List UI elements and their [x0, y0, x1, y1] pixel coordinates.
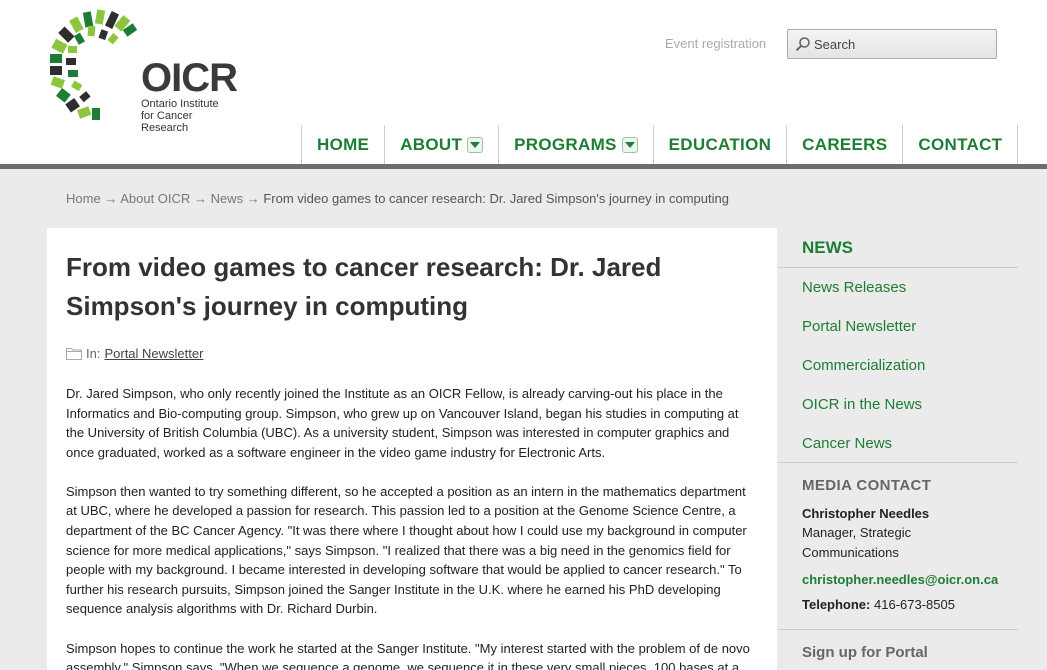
- page-body: Home → About OICR → News → From video ga…: [0, 169, 1047, 670]
- telephone-value: 416-673-8505: [874, 597, 955, 612]
- contact-telephone: Telephone: 416-673-8505: [802, 597, 1018, 612]
- article-title: From video games to cancer research: Dr.…: [66, 252, 662, 321]
- nav-careers[interactable]: CAREERS: [786, 125, 902, 165]
- chevron-down-icon[interactable]: [621, 137, 638, 153]
- contact-role: Manager, Strategic Communications: [802, 525, 912, 560]
- nav-careers-label: CAREERS: [802, 135, 888, 154]
- nav-home-label: HOME: [317, 135, 370, 154]
- main-nav: HOME ABOUT PROGRAMS EDUCATION CAREERS CO…: [301, 125, 1019, 165]
- breadcrumb-news[interactable]: News: [211, 191, 244, 206]
- sidebar-link-news-releases[interactable]: News Releases: [778, 268, 1018, 307]
- contact-email-link[interactable]: christopher.needles@oicr.on.ca: [802, 572, 1018, 587]
- media-contact-title: MEDIA CONTACT: [802, 477, 932, 494]
- category-link[interactable]: Portal Newsletter: [104, 346, 203, 361]
- article-paragraph: Dr. Jared Simpson, who only recently joi…: [66, 386, 739, 460]
- folder-icon: [66, 348, 82, 360]
- search-box[interactable]: [787, 29, 997, 59]
- nav-about[interactable]: ABOUT: [384, 125, 498, 165]
- meta-prefix: In:: [86, 346, 101, 361]
- breadcrumb-arrow: →: [193, 191, 207, 206]
- contact-name: Christopher Needles: [802, 506, 930, 521]
- nav-contact-label: CONTACT: [918, 135, 1003, 154]
- logo-line-2: for Cancer Research: [141, 110, 193, 134]
- breadcrumb-arrow: →: [104, 191, 118, 206]
- article-meta: In: Portal Newsletter: [66, 346, 203, 361]
- nav-education[interactable]: EDUCATION: [652, 125, 787, 165]
- chevron-down-icon[interactable]: [467, 137, 484, 153]
- article-body: Dr. Jared Simpson, who only recently joi…: [66, 384, 756, 670]
- nav-about-label: ABOUT: [400, 135, 463, 154]
- sidebar: NEWS News Releases Portal Newsletter Com…: [778, 228, 1018, 661]
- site-header: OICR Ontario Institute for Cancer Resear…: [0, 0, 1047, 169]
- article-paragraph: Simpson hopes to continue the work he st…: [66, 640, 750, 670]
- nav-education-label: EDUCATION: [668, 135, 772, 154]
- media-contact: MEDIA CONTACT Christopher Needles Manage…: [778, 463, 1018, 630]
- sidebar-heading[interactable]: NEWS: [778, 228, 1018, 268]
- nav-programs[interactable]: PROGRAMS: [498, 125, 653, 165]
- breadcrumb-about[interactable]: About OICR: [120, 191, 190, 206]
- signup-heading[interactable]: Sign up for Portal: [778, 630, 1018, 661]
- search-input[interactable]: [814, 34, 992, 54]
- sidebar-link-portal-newsletter[interactable]: Portal Newsletter: [778, 307, 1018, 346]
- sidebar-link-oicr-in-the-news[interactable]: OICR in the News: [778, 385, 1018, 424]
- sidebar-link-cancer-news[interactable]: Cancer News: [778, 424, 1018, 463]
- breadcrumb: Home → About OICR → News → From video ga…: [66, 191, 729, 206]
- article: From video games to cancer research: Dr.…: [47, 228, 777, 670]
- logo-text: OICR Ontario Institute for Cancer Resear…: [141, 56, 238, 134]
- breadcrumb-arrow: →: [246, 191, 260, 206]
- event-registration-link[interactable]: Event registration: [665, 36, 766, 51]
- logo-acronym: OICR: [141, 56, 238, 100]
- oicr-logo[interactable]: OICR Ontario Institute for Cancer Resear…: [44, 6, 238, 134]
- nav-contact[interactable]: CONTACT: [902, 125, 1019, 165]
- breadcrumb-current: From video games to cancer research: Dr.…: [263, 191, 729, 206]
- breadcrumb-home[interactable]: Home: [66, 191, 101, 206]
- article-paragraph: Simpson then wanted to try something dif…: [66, 483, 747, 617]
- nav-programs-label: PROGRAMS: [514, 135, 617, 154]
- telephone-label: Telephone:: [802, 597, 871, 612]
- search-icon: [795, 37, 810, 52]
- sidebar-link-commercialization[interactable]: Commercialization: [778, 346, 1018, 385]
- nav-home[interactable]: HOME: [301, 125, 384, 165]
